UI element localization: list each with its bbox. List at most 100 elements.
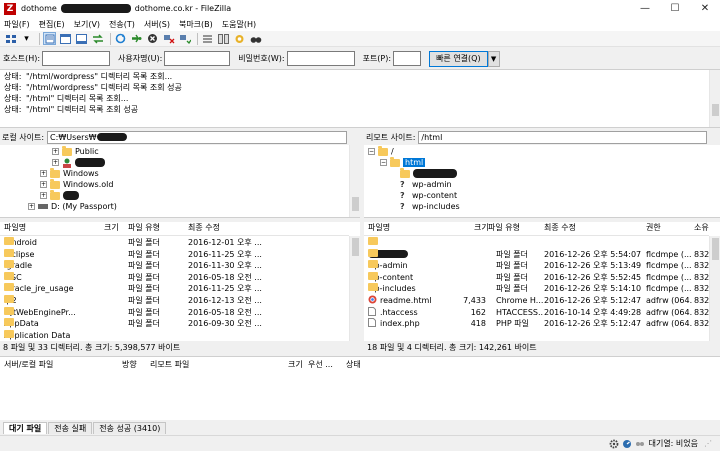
site-manager-icon[interactable] xyxy=(4,32,17,45)
column-modified[interactable]: 최종 수정 xyxy=(544,222,576,233)
remote-list-scrollbar[interactable] xyxy=(709,236,720,341)
toggle-queue-icon[interactable] xyxy=(91,32,104,45)
table-row[interactable]: 파일 폴더 2016-12-26 오후 5:54:07 flcdmpe (... 83… xyxy=(364,248,709,260)
tree-item-html[interactable]: − html xyxy=(380,156,426,168)
column-size[interactable]: 크기 xyxy=(104,222,119,233)
username-input[interactable] xyxy=(164,51,231,66)
local-directory-tree[interactable]: + Public + + Windows + Windows.old + + D: (M… xyxy=(0,145,360,218)
tree-item-user[interactable]: + xyxy=(52,157,105,168)
column-size[interactable]: 크기 xyxy=(474,222,489,233)
table-row[interactable]: AppData 파일 폴더 2016-09-30 오전 ... xyxy=(0,318,349,329)
expand-icon[interactable]: + xyxy=(28,203,35,210)
cancel-operation-icon[interactable] xyxy=(146,32,159,45)
message-log[interactable]: 상태: "/html/wordpress" 디렉터리 목록 조회... 상태: "/… xyxy=(0,70,720,128)
column-modified[interactable]: 최종 수정 xyxy=(188,222,220,233)
expand-icon[interactable]: + xyxy=(40,181,47,188)
local-path-input[interactable]: C:₩Users₩ xyxy=(47,130,347,144)
port-input[interactable] xyxy=(393,51,422,66)
close-button[interactable]: ✕ xyxy=(690,0,720,17)
tree-item-root[interactable]: − / xyxy=(368,145,394,157)
collapse-icon[interactable]: − xyxy=(380,159,387,166)
log-scrollbar[interactable] xyxy=(709,70,720,127)
password-input[interactable] xyxy=(286,51,355,66)
table-row[interactable]: .p2 파일 폴더 2016-12-13 오전 ... xyxy=(0,295,349,306)
local-file-list[interactable]: 파일명 크기 파일 유형 최종 수정 .android 파일 폴더 2016-12-… xyxy=(0,222,360,341)
table-row[interactable]: wp-admin 파일 폴더 2016-12-26 오후 5:13:49 flcdmp… xyxy=(364,260,709,271)
menu-server[interactable]: 서버(S) xyxy=(144,19,170,30)
reconnect-icon[interactable] xyxy=(178,32,191,45)
tree-item-redacted[interactable] xyxy=(400,167,457,179)
column-owner[interactable]: 소유 xyxy=(694,222,709,233)
column-type[interactable]: 파일 유형 xyxy=(488,222,520,233)
table-row[interactable]: wp-includes 파일 폴더 2016-12-26 오후 5:14:10 flc… xyxy=(364,283,709,294)
expand-icon[interactable]: + xyxy=(40,192,47,199)
column-priority[interactable]: 우선 ... xyxy=(308,359,333,370)
table-row[interactable]: .gradle 파일 폴더 2016-11-30 오후 ... xyxy=(0,260,349,271)
tree-item-public[interactable]: + Public xyxy=(52,145,99,157)
local-list-scrollbar[interactable] xyxy=(349,236,360,341)
menu-view[interactable]: 보기(V) xyxy=(74,19,100,30)
transfer-queue[interactable]: 서버/로컬 파일 방향 리모트 파일 크기 우선 ... 상태 xyxy=(0,356,720,420)
dropdown-arrow-icon[interactable]: ▾ xyxy=(20,32,33,45)
column-type[interactable]: 파일 유형 xyxy=(128,222,160,233)
table-row[interactable]: Application Data xyxy=(0,329,349,341)
menu-file[interactable]: 파일(F) xyxy=(4,19,30,30)
maximize-button[interactable]: ☐ xyxy=(660,0,690,17)
tree-item-wp-includes[interactable]: ? wp-includes xyxy=(400,201,460,212)
refresh-icon[interactable] xyxy=(114,32,127,45)
table-row[interactable]: .eclipse 파일 폴더 2016-11-25 오후 ... xyxy=(0,248,349,260)
speed-limit-icon[interactable] xyxy=(622,439,632,449)
column-filename[interactable]: 파일명 xyxy=(368,222,390,233)
directory-listing-filter-icon[interactable] xyxy=(201,32,214,45)
menu-edit[interactable]: 편집(E) xyxy=(39,19,65,30)
expand-icon[interactable]: + xyxy=(52,148,59,155)
menu-transfer[interactable]: 전송(T) xyxy=(109,19,135,30)
search-remote-files-icon[interactable] xyxy=(249,32,262,45)
quickconnect-history-dropdown[interactable]: ▼ xyxy=(487,50,500,67)
table-row[interactable]: .oracle_jre_usage 파일 폴더 2016-11-25 오후 ... xyxy=(0,283,349,294)
expand-icon[interactable]: + xyxy=(52,159,59,166)
table-row[interactable]: wp-content 파일 폴더 2016-12-26 오후 5:52:45 flcd… xyxy=(364,271,709,283)
quickconnect-button[interactable]: 빠른 연결(Q) xyxy=(429,50,488,67)
column-permissions[interactable]: 권한 xyxy=(646,222,661,233)
expand-icon[interactable]: + xyxy=(40,170,47,177)
toggle-log-icon[interactable] xyxy=(43,32,56,45)
tree-item-wp-content[interactable]: ? wp-content xyxy=(400,190,457,201)
local-tree-scrollbar[interactable] xyxy=(349,145,360,217)
process-queue-icon[interactable] xyxy=(130,32,143,45)
tree-item-wp-admin[interactable]: ? wp-admin xyxy=(400,179,452,190)
host-input[interactable] xyxy=(42,51,111,66)
menu-help[interactable]: 도움말(H) xyxy=(222,19,256,30)
table-row[interactable]: readme.html 7,433 Chrome H... 2016-12-26 오후… xyxy=(364,295,709,306)
table-row[interactable]: .android 파일 폴더 2016-12-01 오후 ... xyxy=(0,237,349,248)
tree-item-windows[interactable]: + Windows xyxy=(40,167,99,179)
tree-item-redacted[interactable]: + xyxy=(40,189,79,201)
menu-bookmarks[interactable]: 북마크(B) xyxy=(179,19,213,30)
tab-successful-transfers[interactable]: 전송 성공 (3410) xyxy=(93,422,167,434)
table-row[interactable]: .QtWebEnginePr... 파일 폴더 2016-05-18 오전 ... xyxy=(0,306,349,318)
table-row[interactable]: index.php 418 PHP 파일 2016-12-26 오후 5:12:47 a… xyxy=(364,318,709,329)
remote-directory-tree[interactable]: − / − html ? wp-admin ? wp-content ? wp-incl… xyxy=(364,145,720,218)
collapse-icon[interactable]: − xyxy=(368,148,375,155)
disconnect-icon[interactable] xyxy=(162,32,175,45)
table-row[interactable]: .LSC 파일 폴더 2016-05-18 오전 ... xyxy=(0,271,349,283)
tree-item-drive-d[interactable]: + D: (My Passport) xyxy=(28,201,117,212)
tab-queued-files[interactable]: 대기 파일 xyxy=(3,422,48,434)
column-remote-file[interactable]: 리모트 파일 xyxy=(150,359,189,370)
tab-failed-transfers[interactable]: 전송 실패 xyxy=(48,422,93,434)
toggle-local-tree-icon[interactable] xyxy=(59,32,72,45)
minimize-button[interactable]: — xyxy=(630,0,660,17)
remote-path-input[interactable]: /html xyxy=(418,130,707,144)
sync-browsing-icon[interactable] xyxy=(233,32,246,45)
table-row[interactable]: .. xyxy=(364,237,709,248)
toggle-remote-tree-icon[interactable] xyxy=(75,32,88,45)
tree-item-windows-old[interactable]: + Windows.old xyxy=(40,178,113,190)
column-server-local-file[interactable]: 서버/로컬 파일 xyxy=(4,359,53,370)
column-size[interactable]: 크기 xyxy=(288,359,303,370)
column-direction[interactable]: 방향 xyxy=(122,359,137,370)
table-row[interactable]: .htaccess 162 HTACCESS... 2016-10-14 오후 4:4… xyxy=(364,306,709,318)
column-filename[interactable]: 파일명 xyxy=(4,222,26,233)
remote-file-list[interactable]: 파일명 크기 파일 유형 최종 수정 권한 소유 .. 파일 폴더 2016-12-… xyxy=(364,222,720,341)
column-status[interactable]: 상태 xyxy=(346,359,361,370)
compare-directories-icon[interactable] xyxy=(217,32,230,45)
